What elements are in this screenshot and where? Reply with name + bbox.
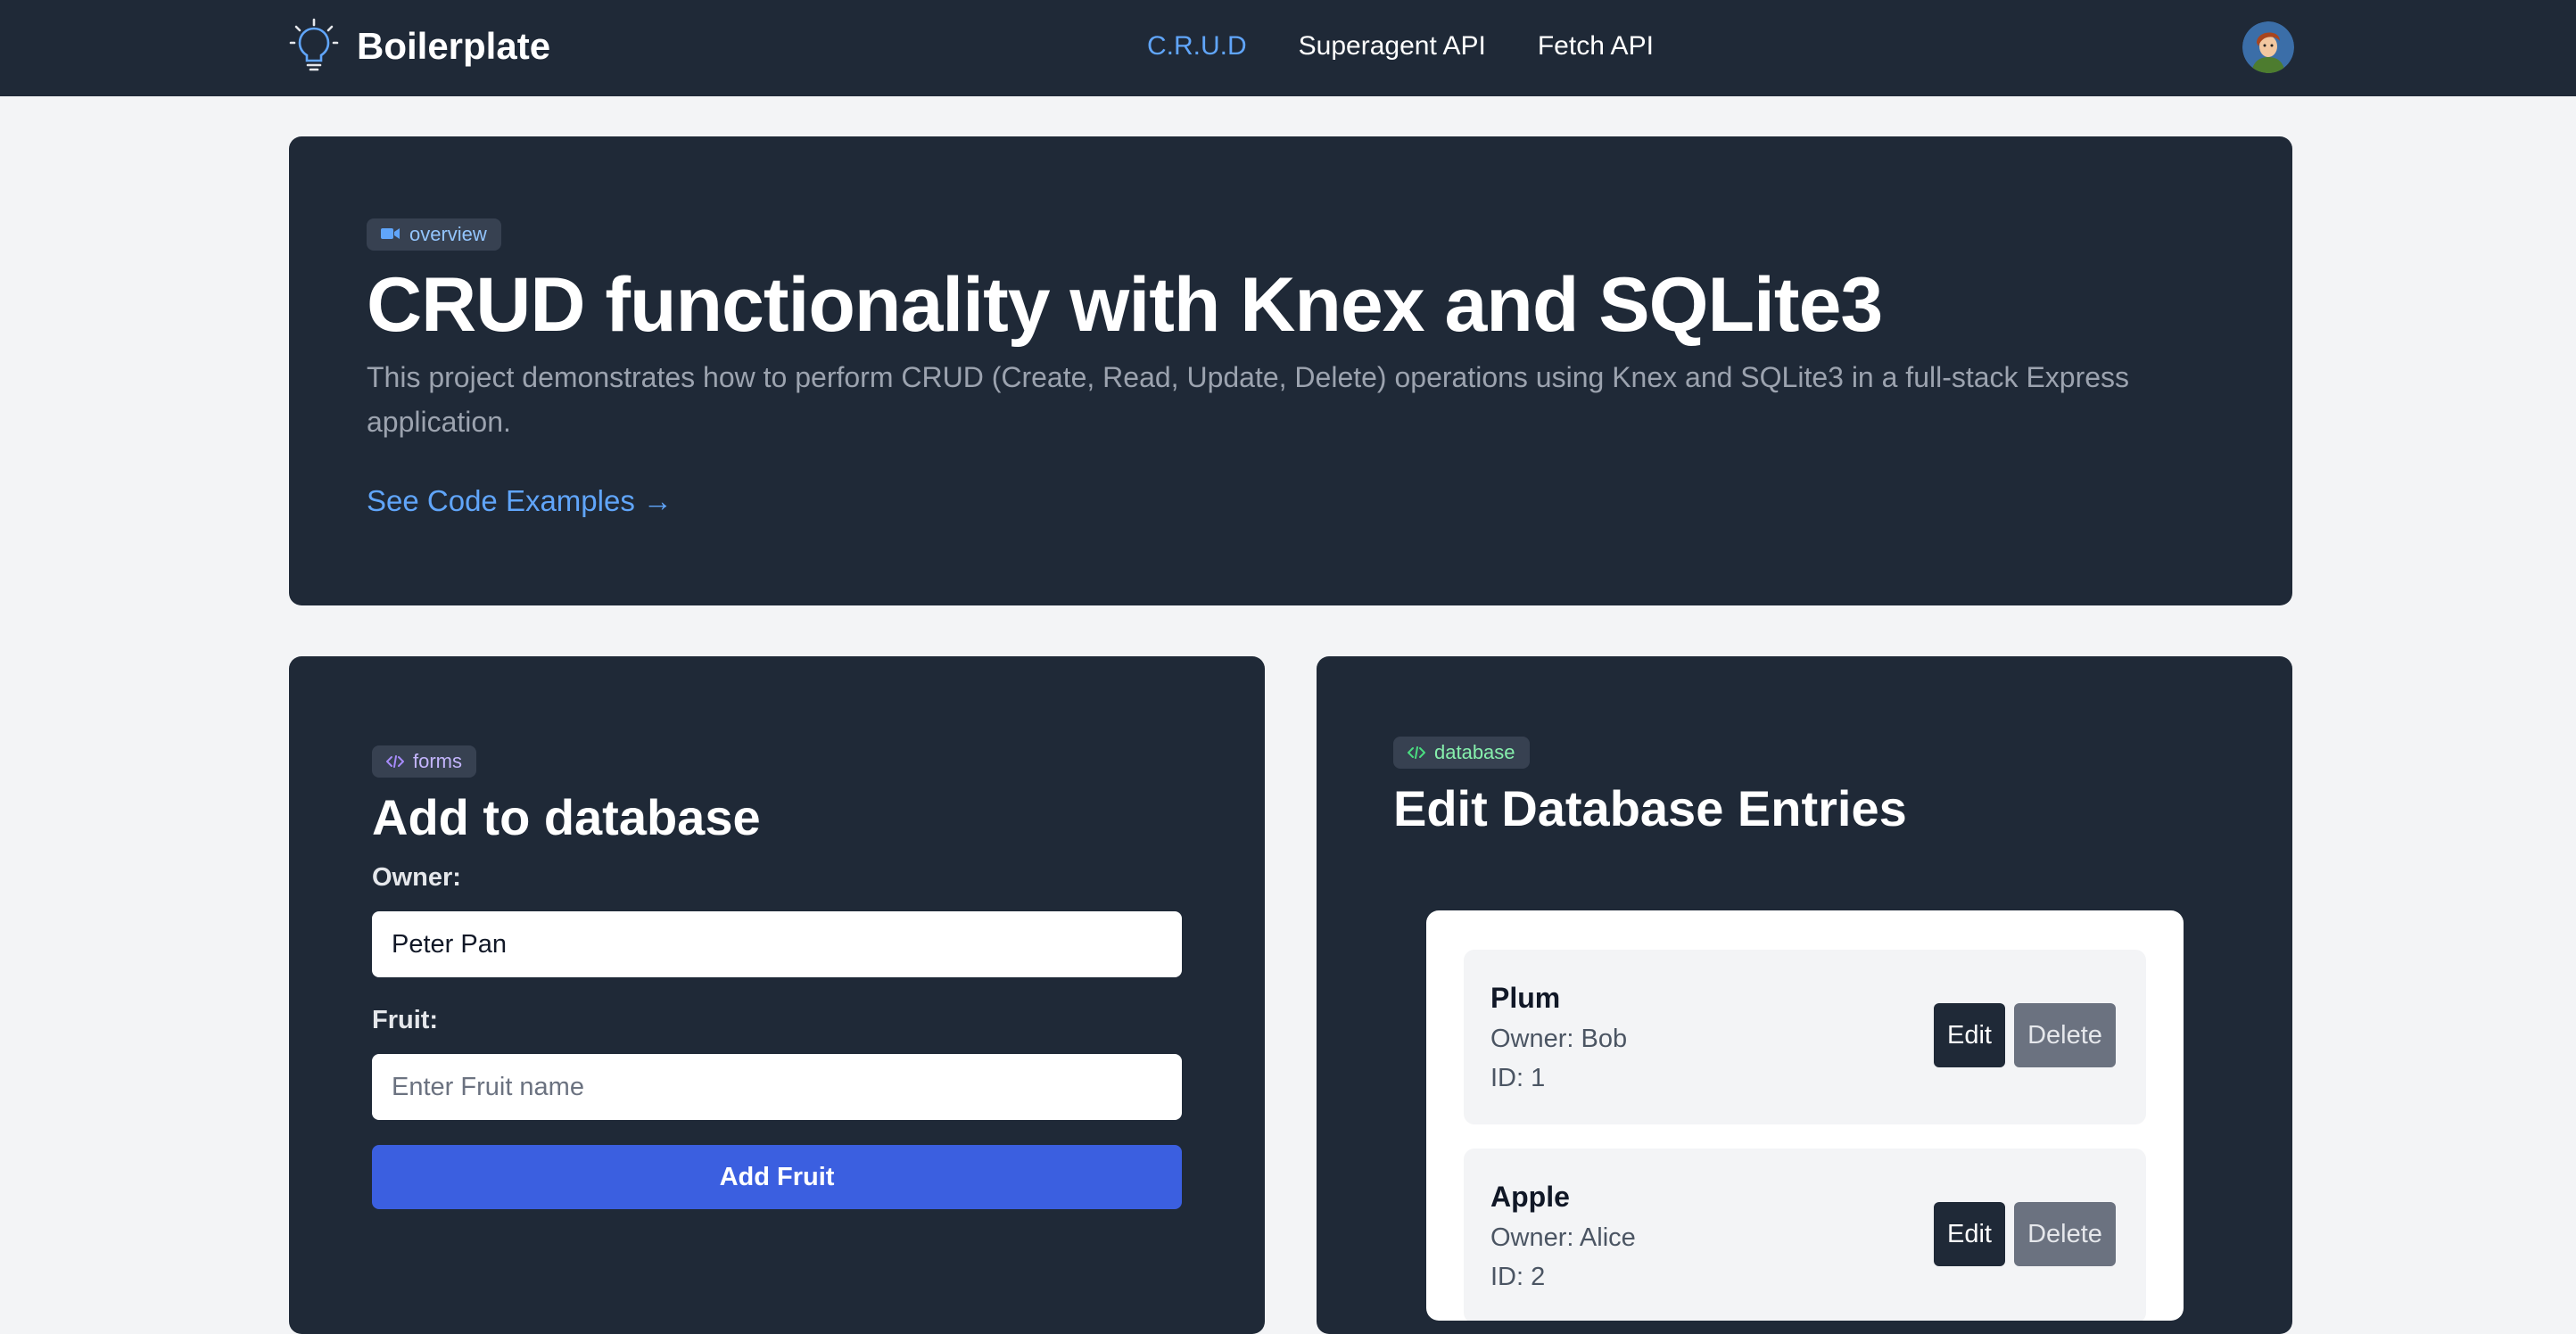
entry-fruit-name: Apple [1490, 1181, 1570, 1213]
main-nav: C.R.U.D Superagent API Fetch API [1147, 27, 1654, 66]
top-navbar: Boilerplate C.R.U.D Superagent API Fetch… [0, 0, 2576, 96]
add-fruit-button[interactable]: Add Fruit [372, 1145, 1182, 1209]
list-item: Apple Owner: Alice ID: 2 Edit Delete [1464, 1149, 2146, 1321]
entry-id: ID: 2 [1490, 1263, 1546, 1291]
forms-badge: forms [372, 745, 476, 778]
delete-button[interactable]: Delete [2014, 1202, 2116, 1266]
video-camera-icon [381, 223, 400, 246]
user-avatar[interactable] [2242, 21, 2294, 73]
entries-list: Plum Owner: Bob ID: 1 Edit Delete Apple … [1426, 910, 2184, 1321]
nav-link-superagent-api[interactable]: Superagent API [1299, 27, 1486, 66]
nav-link-crud[interactable]: C.R.U.D [1147, 27, 1247, 66]
see-code-examples-link[interactable]: See Code Examples → [367, 484, 673, 518]
brand-name: Boilerplate [357, 25, 551, 67]
add-form-title: Add to database [372, 789, 761, 845]
owner-label: Owner: [372, 863, 461, 892]
edit-button[interactable]: Edit [1934, 1202, 2005, 1266]
hero-card: overview CRUD functionality with Knex an… [289, 136, 2292, 605]
database-badge-label: database [1434, 741, 1515, 763]
brand[interactable]: Boilerplate [289, 18, 551, 76]
entry-owner: Owner: Bob [1490, 1025, 1628, 1053]
overview-badge-label: overview [409, 223, 487, 245]
owner-input[interactable] [372, 911, 1182, 977]
database-title: Edit Database Entries [1393, 780, 1907, 836]
entry-fruit-name: Plum [1490, 982, 1561, 1014]
database-badge: database [1393, 737, 1530, 769]
add-form-card: forms Add to database Owner: Fruit: Add … [289, 656, 1265, 1334]
entry-owner: Owner: Alice [1490, 1223, 1636, 1252]
delete-button[interactable]: Delete [2014, 1003, 2116, 1067]
code-icon [385, 750, 405, 773]
lightbulb-icon [289, 18, 339, 76]
nav-link-fetch-api[interactable]: Fetch API [1538, 27, 1654, 66]
hero-description: This project demonstrates how to perform… [367, 361, 2130, 438]
entry-id: ID: 1 [1490, 1064, 1546, 1092]
fruit-input[interactable] [372, 1054, 1182, 1120]
fruit-label: Fruit: [372, 1006, 439, 1034]
edit-button[interactable]: Edit [1934, 1003, 2005, 1067]
overview-badge: overview [367, 218, 501, 251]
code-icon [1407, 741, 1426, 764]
hero-title: CRUD functionality with Knex and SQLite3 [367, 262, 1883, 348]
forms-badge-label: forms [413, 750, 462, 772]
list-item: Plum Owner: Bob ID: 1 Edit Delete [1464, 950, 2146, 1124]
